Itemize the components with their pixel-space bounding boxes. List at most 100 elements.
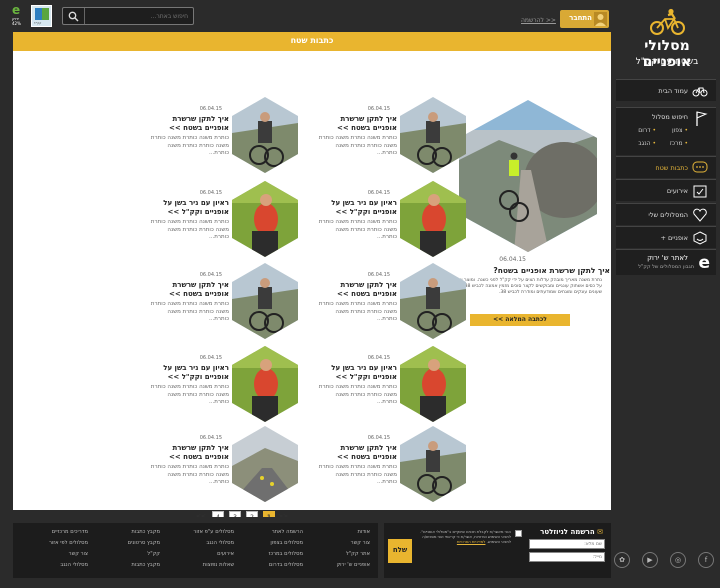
article-title[interactable]: איך לתקן שרשרת אופניים בשטח >>	[315, 281, 397, 299]
article-date: 06.04.15	[367, 190, 390, 196]
article-title[interactable]: איך לתקן שרשרת אופניים בשטח >>	[147, 281, 229, 299]
article-title[interactable]: איך לתקן שרשרת אופניים בשטח >>	[147, 115, 229, 133]
consent-checkbox[interactable]	[515, 530, 522, 537]
nav-home[interactable]: עמוד הבית	[616, 79, 716, 101]
article-title[interactable]: ראיון עם ניר בשן על אופניים וקק"ל >>	[147, 199, 229, 217]
article-photo[interactable]	[232, 426, 298, 502]
login-label: התחבר	[569, 14, 592, 22]
article-title[interactable]: ראיון עם ניר בשן על אופניים וקק"ל >>	[147, 364, 229, 382]
article-summary: כותרת משנה כותרת משנה כותרת משנה כותרת כ…	[318, 135, 397, 156]
region-center[interactable]: • מרכז	[670, 140, 688, 147]
speech-bubble-icon	[692, 161, 708, 173]
article-photo[interactable]	[232, 181, 298, 257]
cyclist-logo-icon	[650, 8, 685, 35]
send-button[interactable]: שלח	[388, 539, 412, 563]
kkl-social-icon[interactable]: ✿	[614, 552, 630, 568]
footer-link[interactable]: מסלולים בצפון	[269, 538, 303, 549]
green-site-logo[interactable]: e ירוק 42%	[12, 4, 23, 29]
facebook-icon[interactable]: f	[698, 552, 714, 568]
envelope-icon: ✉	[594, 528, 603, 536]
article-photo[interactable]	[232, 346, 298, 422]
region-south[interactable]: • דרום	[638, 127, 656, 134]
article-photo[interactable]	[232, 263, 298, 339]
footer-link[interactable]: אופניים ש' ירוק	[336, 560, 370, 571]
footer-link[interactable]: מסלולים ע"פ אזור	[193, 527, 234, 538]
article-card[interactable]: 06.04.15 ראיון עם ניר בשן על אופניים וקק…	[316, 181, 466, 261]
footer-col-3: מסלולים ע"פ אזור מסלולי הנגב אירועים שאלות …	[193, 527, 234, 571]
article-photo[interactable]	[400, 426, 466, 502]
article-title[interactable]: ראיון עם ניר בשן על אופניים וקק"ל >>	[315, 199, 397, 217]
nav-route-search[interactable]: חיפוש מסלול • צפון • דרום • מרכז • הנגב	[616, 107, 716, 155]
footer-link[interactable]: מסלולים לפי אזור	[49, 538, 88, 549]
article-photo[interactable]	[400, 97, 466, 173]
article-card[interactable]: 06.04.15 איך לתקן שרשרת אופניים בשטח >> …	[316, 97, 466, 177]
nav-favorites-label: המסלולים שלי	[648, 211, 688, 219]
login-button[interactable]: התחבר	[560, 10, 609, 28]
nav-bikes-plus[interactable]: אופניים +	[616, 226, 716, 248]
article-summary: כותרת משנה כותרת משנה כותרת משנה כותרת כ…	[318, 301, 397, 322]
article-title[interactable]: ראיון עם ניר בשן על אופניים וקק"ל >>	[315, 364, 397, 382]
footer-link[interactable]: קק"ל	[128, 549, 160, 560]
footer-link[interactable]: מסלולי הנגב	[49, 560, 88, 571]
footer-link[interactable]: מקבץ כתבות	[128, 560, 160, 571]
email-field[interactable]	[529, 552, 605, 562]
name-field[interactable]	[529, 539, 605, 549]
footer-link[interactable]: מקבץ כתבות	[128, 527, 160, 538]
footer-link[interactable]: צור קשר	[336, 538, 370, 549]
site-logo[interactable]: מסלולי אופניים בשטח עם קק"ל	[618, 8, 716, 70]
article-card[interactable]: 06.04.15 איך לתקן שרשרת אופניים בשטח >> …	[316, 426, 466, 506]
region-north[interactable]: • צפון	[672, 127, 688, 134]
footer-link[interactable]: מסלולים במרכז	[269, 549, 303, 560]
consent-note: הנני מאשר/ת לקבלת תכנים שיווקיים ב"מסלול…	[420, 529, 511, 545]
article-card[interactable]: 06.04.15 איך לתקן שרשרת אופניים בשטח >> …	[148, 426, 298, 506]
footer-link[interactable]: צור קשר	[49, 549, 88, 560]
article-photo[interactable]	[400, 181, 466, 257]
footer-link[interactable]: מסלולים בדרום	[269, 560, 303, 571]
search-button[interactable]	[63, 8, 85, 24]
nav-bikes-plus-label: אופניים +	[660, 234, 688, 242]
article-date: 06.04.15	[367, 272, 390, 278]
nav-home-label: עמוד הבית	[658, 87, 688, 95]
footer-link[interactable]: אתר קק"ל	[336, 549, 370, 560]
article-card[interactable]: 06.04.15 איך לתקן שרשרת אופניים בשטח >> …	[148, 263, 298, 343]
newsletter-title: ✉ הרשמה לניוזלטר	[540, 528, 603, 536]
nav-articles[interactable]: כתבות שטח	[616, 156, 716, 178]
featured-title[interactable]: איך לתקן שרשרת אופניים בשטח?	[450, 266, 610, 275]
footer-link[interactable]: מסלולי הנגב	[193, 538, 234, 549]
article-summary: כותרת משנה כותרת משנה כותרת משנה כותרת כ…	[150, 219, 229, 240]
footer-link[interactable]: אודות	[336, 527, 370, 538]
nav-events[interactable]: אירועים	[616, 179, 716, 201]
nav-favorites[interactable]: המסלולים שלי	[616, 203, 716, 225]
register-link[interactable]: להרשמה >>	[521, 17, 556, 24]
region-negev[interactable]: • הנגב	[638, 140, 656, 147]
article-card[interactable]: 06.04.15 ראיון עם ניר בשן על אופניים וקק…	[148, 181, 298, 261]
instagram-icon[interactable]: ◎	[670, 552, 686, 568]
article-photo[interactable]	[232, 97, 298, 173]
article-title[interactable]: איך לתקן שרשרת אופניים בשטח >>	[315, 115, 397, 133]
kkl-logo[interactable]: קק"ל	[31, 5, 52, 27]
featured-photo[interactable]	[459, 100, 597, 252]
article-photo[interactable]	[400, 263, 466, 339]
kkl-logo-blue	[35, 8, 42, 20]
footer-link[interactable]: אירועים	[193, 549, 234, 560]
article-date: 06.04.15	[199, 272, 222, 278]
article-card[interactable]: 06.04.15 ראיון עם ניר בשן על אופניים וקק…	[148, 346, 298, 426]
footer-links: אודות צור קשר אתר קק"ל אופניים ש' ירוק הרשמ…	[13, 523, 378, 578]
article-title[interactable]: איך לתקן שרשרת אופניים בשטח >>	[315, 444, 397, 462]
article-title[interactable]: איך לתקן שרשרת אופניים בשטח >>	[147, 444, 229, 462]
footer-link[interactable]: שאלות נפוצות	[193, 560, 234, 571]
footer-link[interactable]: הרשמה לאתר	[269, 527, 303, 538]
read-more-button[interactable]: לכתבה המלאה >>	[470, 314, 570, 326]
article-summary: כותרת משנה כותרת משנה כותרת משנה כותרת כ…	[150, 384, 229, 405]
privacy-link[interactable]: למדיניות הפרטיות	[457, 539, 486, 544]
article-photo[interactable]	[400, 346, 466, 422]
nav-green-site[interactable]: e לאתר ש' ירוק תגבון המסלולים של קק"ל	[616, 249, 716, 275]
youtube-icon[interactable]: ▶	[642, 552, 658, 568]
article-card[interactable]: 06.04.15 ראיון עם ניר בשן על אופניים וקק…	[316, 346, 466, 426]
article-card[interactable]: 06.04.15 איך לתקן שרשרת אופניים בשטח >> …	[148, 97, 298, 177]
search-input[interactable]	[86, 8, 192, 24]
footer-link[interactable]: מקבץ סרטונים	[128, 538, 160, 549]
footer-link[interactable]: מדריכים מרכזיים	[49, 527, 88, 538]
eco-percent: 42%	[12, 21, 21, 26]
article-card[interactable]: 06.04.15 איך לתקן שרשרת אופניים בשטח >> …	[316, 263, 466, 343]
